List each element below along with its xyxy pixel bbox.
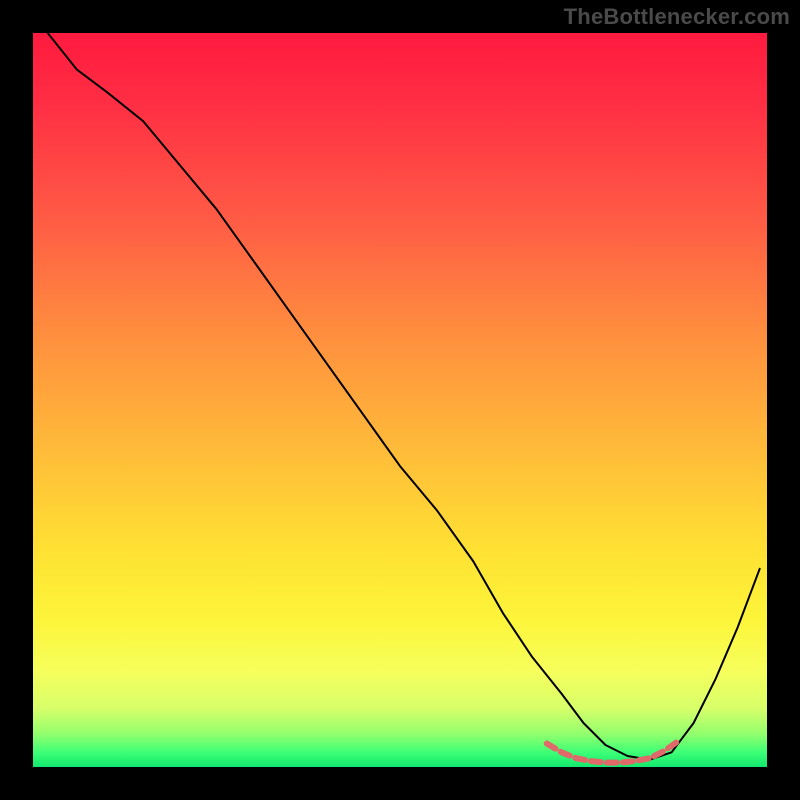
plot-area	[33, 33, 767, 767]
watermark-text: TheBottlenecker.com	[564, 4, 790, 30]
bottleneck-curve	[48, 33, 760, 760]
chart-container: TheBottlenecker.com	[0, 0, 800, 800]
optimal-band	[547, 741, 679, 763]
curves-layer	[33, 33, 767, 767]
